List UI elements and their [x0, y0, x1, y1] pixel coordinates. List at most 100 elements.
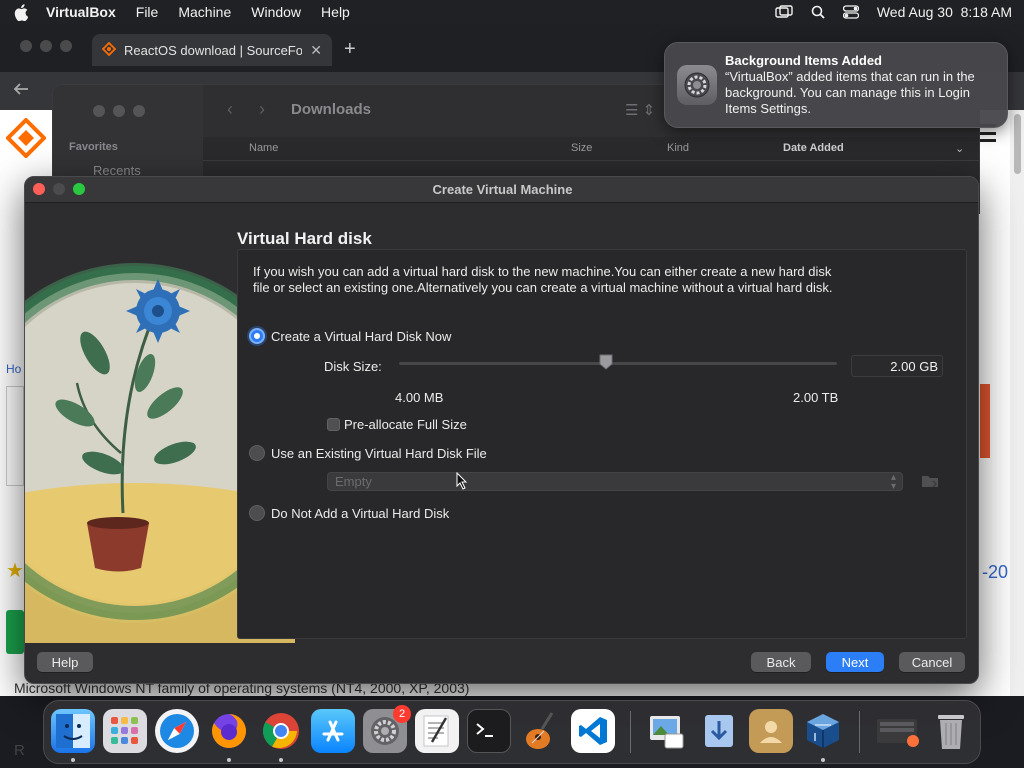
menu-file[interactable]: File	[136, 4, 159, 20]
notification-body: “VirtualBox” added items that can run in…	[725, 69, 975, 116]
notification-banner[interactable]: Background Items Added “VirtualBox” adde…	[664, 42, 1008, 128]
garageband-icon[interactable]	[519, 709, 563, 753]
close-window-icon[interactable]	[20, 40, 32, 52]
firefox-icon[interactable]	[207, 709, 251, 753]
virtualbox-icon[interactable]	[801, 709, 845, 753]
system-settings-icon[interactable]: 2	[363, 705, 411, 753]
preallocate-label[interactable]: Pre-allocate Full Size	[344, 417, 467, 432]
page-card	[6, 386, 24, 486]
option-create-disk-label[interactable]: Create a Virtual Hard Disk Now	[271, 329, 451, 344]
option-existing-disk-label[interactable]: Use an Existing Virtual Hard Disk File	[271, 446, 487, 461]
existing-disk-select: Empty ▴ ▾	[327, 472, 903, 492]
option-no-disk-label[interactable]: Do Not Add a Virtual Hard Disk	[271, 506, 449, 521]
column-size[interactable]: Size	[571, 142, 592, 154]
option-existing-disk[interactable]: Use an Existing Virtual Hard Disk File	[249, 445, 487, 461]
dock: 2	[43, 700, 981, 764]
next-button[interactable]: Next	[826, 652, 884, 672]
back-arrow-icon[interactable]	[12, 80, 30, 101]
disk-size-slider[interactable]	[399, 362, 837, 365]
help-button[interactable]: Help	[37, 652, 93, 672]
preview-icon[interactable]	[645, 709, 689, 753]
close-window-icon[interactable]	[93, 105, 105, 117]
menu-window[interactable]: Window	[251, 4, 301, 20]
menu-app-name[interactable]: VirtualBox	[46, 4, 116, 20]
finder-favorites-header: Favorites	[69, 141, 118, 153]
page-right-text: -20	[982, 562, 1009, 582]
preallocate-checkbox[interactable]	[327, 418, 340, 431]
window-stack-icon[interactable]	[875, 709, 919, 753]
finder-icon[interactable]	[51, 709, 95, 753]
cancel-button[interactable]: Cancel	[899, 652, 965, 672]
preallocate-option[interactable]: Pre-allocate Full Size	[327, 417, 467, 432]
radio-create-disk[interactable]	[249, 328, 265, 344]
disk-size-label: Disk Size:	[324, 359, 382, 374]
browser-window-controls	[20, 40, 72, 52]
apple-menu-icon[interactable]	[12, 3, 30, 21]
option-create-disk[interactable]: Create a Virtual Hard Disk Now	[249, 328, 451, 344]
section-description: If you wish you can add a virtual hard d…	[253, 264, 833, 295]
sourceforge-favicon-icon	[101, 41, 117, 59]
section-title: Virtual Hard disk	[237, 229, 372, 248]
disk-size-input[interactable]: 2.00 GB	[851, 355, 943, 377]
radio-no-disk[interactable]	[249, 505, 265, 521]
menu-clock[interactable]: Wed Aug 30 8:18 AM	[877, 4, 1012, 20]
download-button[interactable]	[6, 610, 24, 654]
disk-size-max-label: 2.00 TB	[793, 390, 839, 405]
finder-forward-icon[interactable]: ›	[259, 99, 265, 120]
minimize-window-icon[interactable]	[113, 105, 125, 117]
menu-help[interactable]: Help	[321, 4, 350, 20]
back-button[interactable]: Back	[751, 652, 811, 672]
list-view-icon[interactable]: ☰ ⇕	[625, 101, 655, 119]
system-settings-gear-icon	[677, 65, 717, 105]
menu-machine[interactable]: Machine	[178, 4, 231, 20]
settings-badge: 2	[393, 705, 411, 723]
page-link-text[interactable]: Ho	[6, 362, 21, 376]
screen-mirroring-icon[interactable]	[775, 5, 793, 19]
trash-icon[interactable]	[929, 709, 973, 753]
option-no-disk[interactable]: Do Not Add a Virtual Hard Disk	[249, 505, 449, 521]
scrollbar-thumb[interactable]	[1014, 114, 1021, 174]
safari-icon[interactable]	[155, 709, 199, 753]
control-center-icon[interactable]	[842, 5, 859, 19]
page-scrollbar[interactable]	[1010, 110, 1024, 696]
existing-disk-select-value: Empty	[335, 474, 372, 489]
finder-window-controls	[93, 105, 145, 117]
column-kind[interactable]: Kind	[667, 142, 689, 154]
menu-bar: VirtualBox File Machine Window Help Wed …	[0, 0, 1024, 24]
terminal-icon[interactable]	[467, 709, 511, 753]
mouse-cursor-icon	[456, 471, 468, 493]
close-tab-icon[interactable]: ✕	[310, 42, 322, 59]
page-badge	[980, 384, 990, 458]
zoom-window-icon[interactable]	[60, 40, 72, 52]
browser-tab-title: ReactOS download | SourceFor	[124, 42, 303, 58]
spotlight-search-icon[interactable]	[811, 5, 825, 19]
contacts-icon[interactable]	[749, 709, 793, 753]
select-arrows-icon: ▴ ▾	[890, 472, 896, 492]
chrome-icon[interactable]	[259, 709, 303, 753]
radio-existing-disk[interactable]	[249, 445, 265, 461]
finder-title: Downloads	[291, 101, 372, 118]
new-tab-button[interactable]: +	[344, 38, 356, 61]
finder-back-icon[interactable]: ‹	[227, 99, 233, 120]
dialog-titlebar: Create Virtual Machine	[25, 177, 978, 203]
minimize-window-icon[interactable]	[40, 40, 52, 52]
textedit-icon[interactable]	[415, 709, 459, 753]
zoom-window-icon[interactable]	[133, 105, 145, 117]
app-store-icon[interactable]	[311, 709, 355, 753]
column-name[interactable]: Name	[249, 142, 278, 154]
dialog-title: Create Virtual Machine	[432, 182, 573, 197]
downloads-icon[interactable]	[697, 709, 741, 753]
launchpad-icon[interactable]	[103, 709, 147, 753]
browser-tab[interactable]: ReactOS download | SourceFor ✕	[92, 34, 332, 66]
rating-star-icon: ★	[6, 560, 24, 582]
sort-chevron-icon[interactable]: ⌄	[955, 142, 964, 155]
vscode-icon[interactable]	[571, 709, 615, 753]
disk-size-slider-thumb[interactable]	[599, 354, 613, 370]
sourceforge-logo-icon[interactable]	[5, 117, 47, 159]
disk-size-min-label: 4.00 MB	[395, 390, 444, 405]
column-date-added[interactable]: Date Added	[783, 142, 844, 154]
options-panel	[237, 249, 967, 639]
page-text-r: R	[14, 742, 25, 759]
choose-disk-folder-icon	[921, 473, 939, 489]
create-vm-dialog: Create Virtual Machine Virtual Hard disk…	[24, 176, 979, 684]
